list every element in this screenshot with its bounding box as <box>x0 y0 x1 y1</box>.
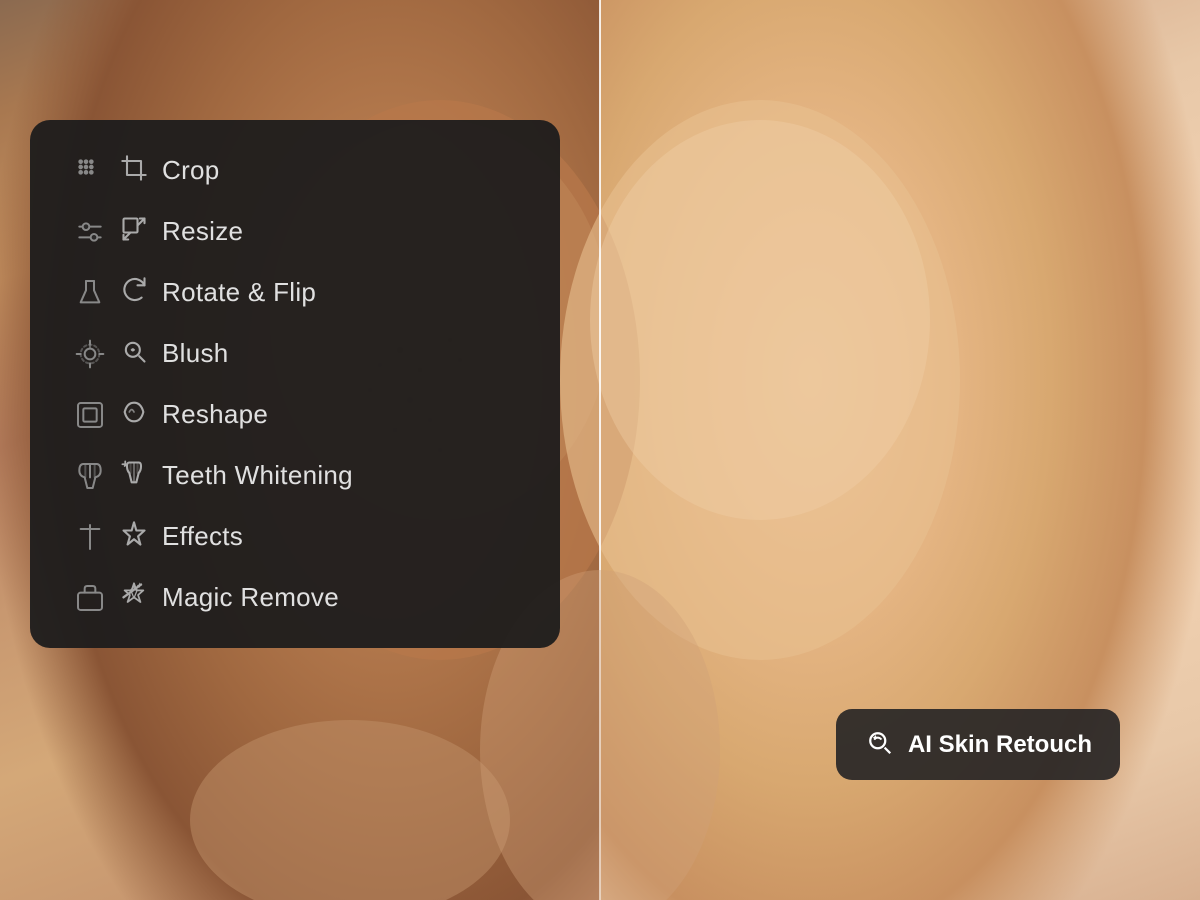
ai-skin-retouch-badge[interactable]: AI Skin Retouch <box>836 709 1120 780</box>
teeth-whitening-label: Teeth Whitening <box>162 460 353 491</box>
effects-icon <box>120 520 148 553</box>
sidebar-item-magic-remove[interactable]: Magic Remove <box>30 567 560 628</box>
rotate-flip-label: Rotate & Flip <box>162 277 316 308</box>
resize-label: Resize <box>162 216 243 247</box>
sidebar-item-effects[interactable]: Effects <box>30 506 560 567</box>
magic-remove-label: Magic Remove <box>162 582 339 613</box>
ai-retouch-icon <box>864 727 894 762</box>
frame-icon <box>60 399 120 431</box>
sidebar-item-crop[interactable]: Crop <box>30 140 560 201</box>
sidebar-item-teeth-whitening[interactable]: Teeth Whitening <box>30 445 560 506</box>
crop-label: Crop <box>162 155 220 186</box>
ai-skin-retouch-label: AI Skin Retouch <box>908 731 1092 759</box>
empty-icon <box>60 582 120 614</box>
reshape-icon <box>120 398 148 431</box>
resize-icon <box>120 215 148 248</box>
eye-sparkle-icon <box>60 338 120 370</box>
sidebar-item-resize[interactable]: Resize <box>30 201 560 262</box>
crop-icon <box>120 154 148 187</box>
grid-icon <box>60 155 120 187</box>
shapes-icon <box>60 460 120 492</box>
effects-label: Effects <box>162 521 243 552</box>
text-icon <box>60 521 120 553</box>
sidebar: Crop Resize <box>30 120 560 648</box>
magic-remove-icon <box>120 581 148 614</box>
rotate-icon <box>120 276 148 309</box>
teeth-whitening-icon <box>120 459 148 492</box>
blush-label: Blush <box>162 338 229 369</box>
sidebar-item-blush[interactable]: Blush <box>30 323 560 384</box>
sliders-icon <box>60 216 120 248</box>
flask-icon <box>60 277 120 309</box>
sidebar-item-reshape[interactable]: Reshape <box>30 384 560 445</box>
reshape-label: Reshape <box>162 399 268 430</box>
blush-icon <box>120 337 148 370</box>
sidebar-item-rotate-flip[interactable]: Rotate & Flip <box>30 262 560 323</box>
